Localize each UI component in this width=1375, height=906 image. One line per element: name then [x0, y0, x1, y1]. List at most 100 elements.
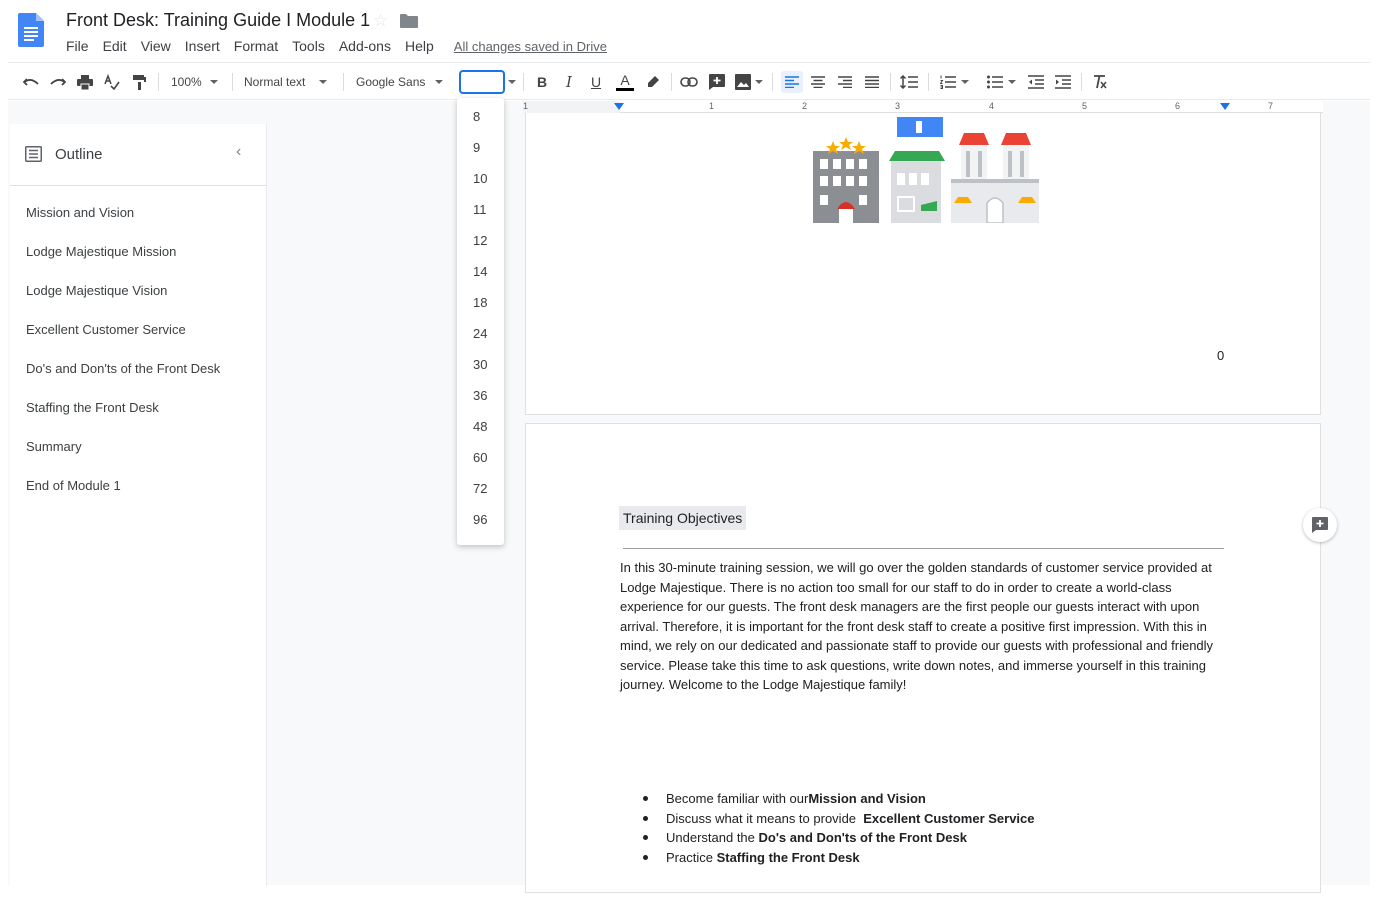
horizontal-rule [623, 548, 1224, 549]
toolbar-separator [1081, 73, 1082, 91]
font-size-option[interactable]: 8 [457, 109, 504, 124]
toolbar-separator [671, 73, 672, 91]
document-title[interactable]: Front Desk: Training Guide I Module 1 [66, 10, 370, 31]
text-color-swatch [616, 88, 634, 91]
outline-item[interactable]: Mission and Vision [26, 204, 220, 243]
section-heading[interactable]: Training Objectives [619, 506, 747, 530]
print-icon[interactable] [76, 72, 94, 92]
ruler-number: 2 [802, 101, 808, 111]
outline-item[interactable]: Lodge Majestique Vision [26, 282, 220, 321]
style-value: Normal text [244, 75, 306, 89]
style-select[interactable]: Normal text [244, 72, 334, 92]
font-size-option[interactable]: 12 [457, 233, 504, 248]
font-size-option[interactable]: 14 [457, 264, 504, 279]
font-size-option[interactable]: 72 [457, 481, 504, 496]
list-item[interactable]: Become familiar with our Mission and Vis… [643, 789, 1035, 809]
highlight-icon[interactable] [644, 72, 662, 92]
font-size-input[interactable] [459, 70, 505, 94]
menu-view[interactable]: View [141, 38, 171, 54]
menu-file[interactable]: File [66, 38, 89, 54]
hotel-illustration [813, 117, 1039, 223]
outline-item[interactable]: Summary [26, 438, 220, 477]
toolbar-separator [928, 73, 929, 91]
list-item[interactable]: Practice Staffing the Front Desk [643, 848, 1035, 868]
font-size-option[interactable]: 9 [457, 140, 504, 155]
list-item-text: Practice [666, 849, 717, 865]
text-color-button[interactable]: A [614, 72, 636, 92]
list-item[interactable]: Discuss what it means to provide Excelle… [643, 809, 1035, 829]
increase-indent-icon[interactable] [1054, 72, 1072, 92]
insert-image-icon[interactable] [734, 72, 764, 92]
zoom-select[interactable]: 100% [171, 72, 223, 92]
bullet-icon [643, 835, 648, 841]
bullet-icon [643, 854, 648, 860]
clear-formatting-icon[interactable] [1090, 72, 1108, 92]
font-size-option[interactable]: 24 [457, 326, 504, 341]
font-size-option[interactable]: 30 [457, 357, 504, 372]
list-item-text: Discuss what it means to provide [666, 810, 864, 826]
align-justify-button[interactable] [863, 72, 881, 92]
outline-item[interactable]: Do's and Don'ts of the Front Desk [26, 360, 220, 399]
font-size-option[interactable]: 48 [457, 419, 504, 434]
outline-item[interactable]: End of Module 1 [26, 477, 220, 516]
line-spacing-icon[interactable] [899, 72, 919, 92]
font-size-dropdown-toggle[interactable] [506, 72, 518, 92]
bulleted-list-button[interactable] [983, 72, 1019, 92]
horizontal-ruler[interactable]: 1 1 2 3 4 5 6 7 [523, 101, 1323, 113]
toolbar-separator [158, 73, 159, 91]
saved-status-link[interactable]: All changes saved in Drive [454, 39, 607, 54]
docs-logo-icon[interactable] [18, 13, 44, 47]
decrease-indent-icon[interactable] [1027, 72, 1045, 92]
align-center-button[interactable] [809, 72, 827, 92]
font-size-option[interactable]: 60 [457, 450, 504, 465]
star-icon[interactable]: ☆ [373, 11, 388, 31]
list-item[interactable]: Understand the Do's and Don'ts of the Fr… [643, 828, 1035, 848]
chevron-left-icon[interactable]: ‹ [236, 143, 241, 161]
font-size-option[interactable]: 10 [457, 171, 504, 186]
zoom-value: 100% [171, 75, 202, 89]
numbered-list-button[interactable] [936, 72, 972, 92]
align-right-button[interactable] [836, 72, 854, 92]
outline-title: Outline [55, 146, 103, 163]
outline-item[interactable]: Staffing the Front Desk [26, 399, 220, 438]
menu-addons[interactable]: Add-ons [339, 38, 391, 54]
spellcheck-icon[interactable] [103, 72, 121, 92]
right-indent-marker[interactable] [1220, 103, 1230, 110]
italic-button[interactable]: I [560, 72, 578, 92]
menu-format[interactable]: Format [234, 38, 278, 54]
add-comment-button[interactable] [1303, 508, 1337, 542]
outline-item[interactable]: Excellent Customer Service [26, 321, 220, 360]
menu-edit[interactable]: Edit [103, 38, 127, 54]
body-paragraph[interactable]: In this 30-minute training session, we w… [620, 558, 1230, 695]
font-size-option[interactable]: 11 [457, 202, 504, 217]
outline-item[interactable]: Lodge Majestique Mission [26, 243, 220, 282]
folder-icon[interactable] [400, 14, 418, 28]
menu-help[interactable]: Help [405, 38, 434, 54]
menu-tools[interactable]: Tools [292, 38, 325, 54]
underline-button[interactable]: U [587, 72, 605, 92]
menu-insert[interactable]: Insert [185, 38, 220, 54]
font-size-option[interactable]: 18 [457, 295, 504, 310]
list-item-text: Understand the [666, 830, 759, 845]
ruler-number: 1 [709, 101, 715, 111]
font-size-dropdown: 8 9 10 11 12 14 18 24 30 36 48 60 72 96 [457, 98, 504, 545]
left-indent-marker[interactable] [614, 103, 624, 110]
link-icon[interactable] [680, 72, 698, 92]
undo-icon[interactable] [22, 72, 40, 92]
font-size-option[interactable]: 96 [457, 512, 504, 527]
paint-format-icon[interactable] [130, 72, 148, 92]
font-select[interactable]: Google Sans [356, 72, 448, 92]
document-page-2[interactable]: Training Objectives In this 30-minute tr… [525, 423, 1321, 893]
redo-icon[interactable] [49, 72, 67, 92]
bullet-icon [643, 796, 648, 802]
chevron-down-icon [960, 80, 969, 84]
chevron-down-icon [435, 80, 444, 84]
chevron-down-icon [319, 80, 328, 84]
bold-button[interactable]: B [533, 72, 551, 92]
document-page-1[interactable]: 0 [525, 113, 1321, 415]
font-size-option[interactable]: 36 [457, 388, 504, 403]
insert-comment-icon[interactable] [708, 72, 726, 92]
align-left-button[interactable] [781, 71, 803, 93]
toolbar-separator [232, 73, 233, 91]
chevron-down-icon [755, 80, 763, 84]
